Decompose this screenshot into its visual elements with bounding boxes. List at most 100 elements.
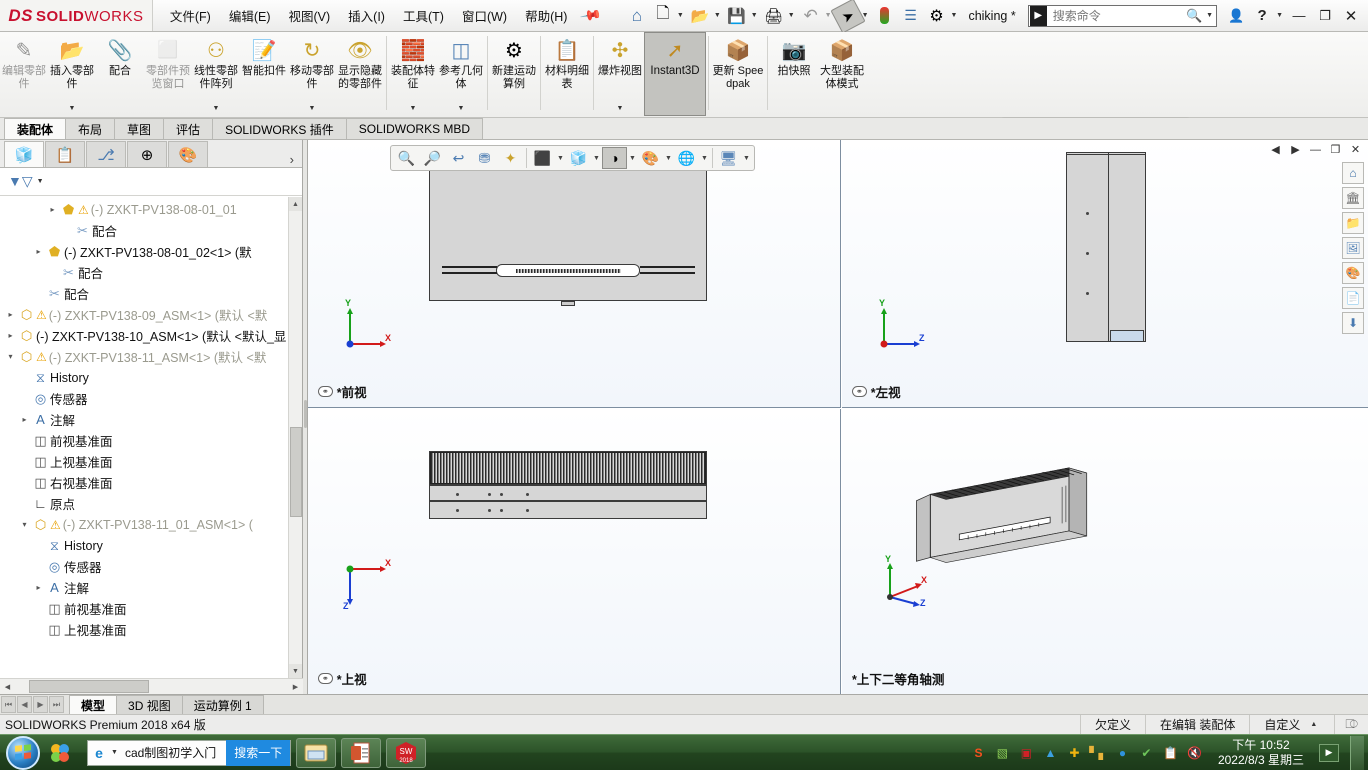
feature-tree-item[interactable]: ◫上视基准面 bbox=[0, 451, 288, 472]
view-settings-icon[interactable]: 🌐 bbox=[674, 147, 699, 169]
doc-restore-button[interactable]: ❐ bbox=[1327, 142, 1344, 157]
bottom-tab-model[interactable]: 模型 bbox=[69, 695, 117, 714]
tray-update-icon[interactable]: ✚ bbox=[1066, 744, 1083, 761]
feature-tree-item[interactable]: ✂配合 bbox=[0, 283, 288, 304]
assembly-features-caret-icon[interactable]: ▼ bbox=[410, 105, 417, 115]
feature-tree-filter-bar[interactable]: ▼▽ ▼ bbox=[0, 168, 302, 196]
save-icon[interactable]: 💾 bbox=[724, 3, 750, 29]
scroll-down-icon[interactable]: ▼ bbox=[289, 664, 302, 678]
tab-solidworks-mbd[interactable]: SOLIDWORKS MBD bbox=[346, 118, 483, 139]
new-motion-study-button[interactable]: ⚙ 新建运动算例 bbox=[490, 32, 538, 116]
status-tail-icon[interactable]: ⎄ bbox=[1334, 715, 1368, 735]
menu-view[interactable]: 视图(V) bbox=[280, 1, 340, 30]
drop-test-icon[interactable]: ⬇ bbox=[1342, 312, 1364, 334]
view-orientation-icon[interactable]: ✦ bbox=[498, 147, 523, 169]
tray-network-graph-icon[interactable]: ▘▖ bbox=[1090, 744, 1107, 761]
taskbar-search-button[interactable]: 搜索一下 bbox=[226, 740, 290, 766]
horizontal-scroll-thumb[interactable] bbox=[29, 680, 149, 693]
tray-solidworks-icon[interactable]: ▣ bbox=[1018, 744, 1035, 761]
viewport-isometric[interactable]: Y X Z *上下二等角轴测 bbox=[842, 409, 1368, 694]
view-palette-icon[interactable]: 🖼 bbox=[1342, 237, 1364, 259]
component-preview-window-button[interactable]: ⬜ 零部件预览窗口 bbox=[144, 32, 192, 116]
tab-property-manager[interactable]: 📋 bbox=[45, 141, 85, 167]
taskbar-powerpoint[interactable] bbox=[341, 738, 381, 768]
take-snapshot-button[interactable]: 📷 拍快照 bbox=[770, 32, 818, 116]
feature-tree-item[interactable]: ⧖History bbox=[0, 367, 288, 388]
feature-tree-item[interactable]: ◎传感器 bbox=[0, 388, 288, 409]
feature-tree-item[interactable]: ✂配合 bbox=[0, 220, 288, 241]
undo-icon[interactable]: ↶ bbox=[798, 3, 824, 29]
custom-properties-icon[interactable]: 📄 bbox=[1342, 287, 1364, 309]
exploded-view-button[interactable]: ✣ 爆炸视图 ▼ bbox=[596, 32, 644, 116]
hide-show-caret-icon[interactable]: ▼ bbox=[592, 155, 601, 162]
view-settings-caret-icon[interactable]: ▼ bbox=[700, 155, 709, 162]
search-input[interactable]: 搜索命令 bbox=[1047, 7, 1183, 24]
menu-edit[interactable]: 编辑(E) bbox=[220, 1, 280, 30]
viewport-front[interactable]: Y X ⚭ *前视 bbox=[308, 140, 841, 408]
tree-twisty-icon[interactable]: ▸ bbox=[32, 247, 45, 256]
doc-next-button[interactable]: ▶ bbox=[1287, 142, 1304, 157]
menu-file[interactable]: 文件(F) bbox=[161, 1, 220, 30]
feature-tree-horizontal-scrollbar[interactable]: ◀ ▶ bbox=[0, 678, 303, 694]
tree-twisty-icon[interactable]: ▸ bbox=[46, 205, 59, 214]
feature-tree-item[interactable]: ◫前视基准面 bbox=[0, 598, 288, 619]
taskbar-search-bar[interactable]: e ▼ cad制图初学入门 搜索一下 bbox=[87, 740, 291, 766]
previous-view-icon[interactable]: ↩ bbox=[446, 147, 471, 169]
tree-twisty-icon[interactable]: ▸ bbox=[4, 310, 17, 319]
settings-caret-icon[interactable]: ▼ bbox=[951, 12, 958, 19]
vertical-scroll-thumb[interactable] bbox=[290, 427, 302, 517]
menu-insert[interactable]: 插入(I) bbox=[339, 1, 394, 30]
large-assembly-mode-button[interactable]: 📦 大型装配体模式 bbox=[818, 32, 866, 116]
move-component-caret-icon[interactable]: ▼ bbox=[309, 105, 316, 115]
graphics-area[interactable]: 🔍 🔎 ↩ ⛃ ✦ ⬛ ▼ 🧊 ▼ ◑ ▼ 🎨 ▼ 🌐 ▼ 🖥 ▼ bbox=[308, 140, 1368, 694]
taskbar-sogou-browser-icon[interactable] bbox=[43, 737, 77, 769]
linear-component-pattern-button[interactable]: ⚇ 线性零部件阵列 ▼ bbox=[192, 32, 240, 116]
feature-tree-item[interactable]: ▾⬡⚠(-) ZXKT-PV138-11_01_ASM<1> ( bbox=[0, 514, 288, 535]
insert-components-caret-icon[interactable]: ▼ bbox=[69, 105, 76, 115]
feature-tree-item[interactable]: ▸A注解 bbox=[0, 409, 288, 430]
tree-twisty-icon[interactable]: ▾ bbox=[18, 520, 31, 529]
assembly-features-button[interactable]: 🧱 装配体特征 ▼ bbox=[389, 32, 437, 116]
view-home-icon[interactable]: ⌂ bbox=[1342, 162, 1364, 184]
taskbar-file-explorer[interactable] bbox=[296, 738, 336, 768]
feature-tree-item[interactable]: ▸⬟⚠(-) ZXKT-PV138-08-01_01 bbox=[0, 199, 288, 220]
close-button[interactable]: ✕ bbox=[1338, 3, 1364, 29]
reference-geometry-caret-icon[interactable]: ▼ bbox=[458, 105, 465, 115]
feature-tree-item[interactable]: ∟原点 bbox=[0, 493, 288, 514]
move-component-button[interactable]: ↻ 移动零部件 ▼ bbox=[288, 32, 336, 116]
scroll-up-icon[interactable]: ▲ bbox=[289, 197, 302, 211]
doc-minimize-button[interactable]: — bbox=[1307, 142, 1324, 157]
zoom-to-area-icon[interactable]: 🔎 bbox=[420, 147, 445, 169]
heads-up-view-toolbar[interactable]: 🔍 🔎 ↩ ⛃ ✦ ⬛ ▼ 🧊 ▼ ◑ ▼ 🎨 ▼ 🌐 ▼ 🖥 ▼ bbox=[390, 145, 755, 171]
tray-usb-icon[interactable]: ▧ bbox=[994, 744, 1011, 761]
edit-component-button[interactable]: ✎ 编辑零部件 bbox=[0, 32, 48, 116]
undo-caret-icon[interactable]: ▼ bbox=[825, 12, 832, 19]
feature-tree-item[interactable]: ▾⬡⚠(-) ZXKT-PV138-11_ASM<1> (默认 <默 bbox=[0, 346, 288, 367]
bottom-tab-motion-study-1[interactable]: 运动算例 1 bbox=[182, 695, 264, 714]
help-caret-icon[interactable]: ▼ bbox=[1276, 12, 1283, 19]
feature-tree-item[interactable]: ✂配合 bbox=[0, 262, 288, 283]
hide-show-items-icon[interactable]: 🧊 bbox=[566, 147, 591, 169]
design-library-icon[interactable]: 🏛 bbox=[1342, 187, 1364, 209]
user-name-label[interactable]: chiking * bbox=[960, 9, 1023, 23]
tab-display-manager[interactable]: 🎨 bbox=[168, 141, 208, 167]
scroll-left-icon[interactable]: ◀ bbox=[0, 683, 15, 691]
restore-button[interactable]: ❐ bbox=[1312, 3, 1338, 29]
insert-components-button[interactable]: 📂 插入零部件 ▼ bbox=[48, 32, 96, 116]
tray-clipboard-icon[interactable]: 📋 bbox=[1162, 744, 1179, 761]
nav-next-icon[interactable]: ▶ bbox=[33, 696, 48, 713]
filter-caret-icon[interactable]: ▼ bbox=[37, 178, 44, 185]
taskbar-clock[interactable]: 下午 10:52 2022/8/3 星期三 bbox=[1210, 738, 1312, 768]
home-icon[interactable]: ⌂ bbox=[624, 3, 650, 29]
feature-tree-item[interactable]: ▸⬡⚠(-) ZXKT-PV138-09_ASM<1> (默认 <默 bbox=[0, 304, 288, 325]
nav-first-icon[interactable]: ⏮ bbox=[1, 696, 16, 713]
feature-tree-item[interactable]: ▸A注解 bbox=[0, 577, 288, 598]
viewport-left[interactable]: Y Z ⚭ *左视 bbox=[842, 140, 1368, 408]
tab-assembly[interactable]: 装配体 bbox=[4, 118, 66, 139]
options-list-icon[interactable]: ☰ bbox=[898, 3, 924, 29]
start-button[interactable] bbox=[6, 736, 40, 770]
reference-geometry-button[interactable]: ◫ 参考几何体 ▼ bbox=[437, 32, 485, 116]
display-style-icon[interactable]: ⬛ bbox=[530, 147, 555, 169]
search-caret-icon[interactable]: ▼ bbox=[1206, 12, 1213, 19]
zoom-to-fit-icon[interactable]: 🔍 bbox=[394, 147, 419, 169]
